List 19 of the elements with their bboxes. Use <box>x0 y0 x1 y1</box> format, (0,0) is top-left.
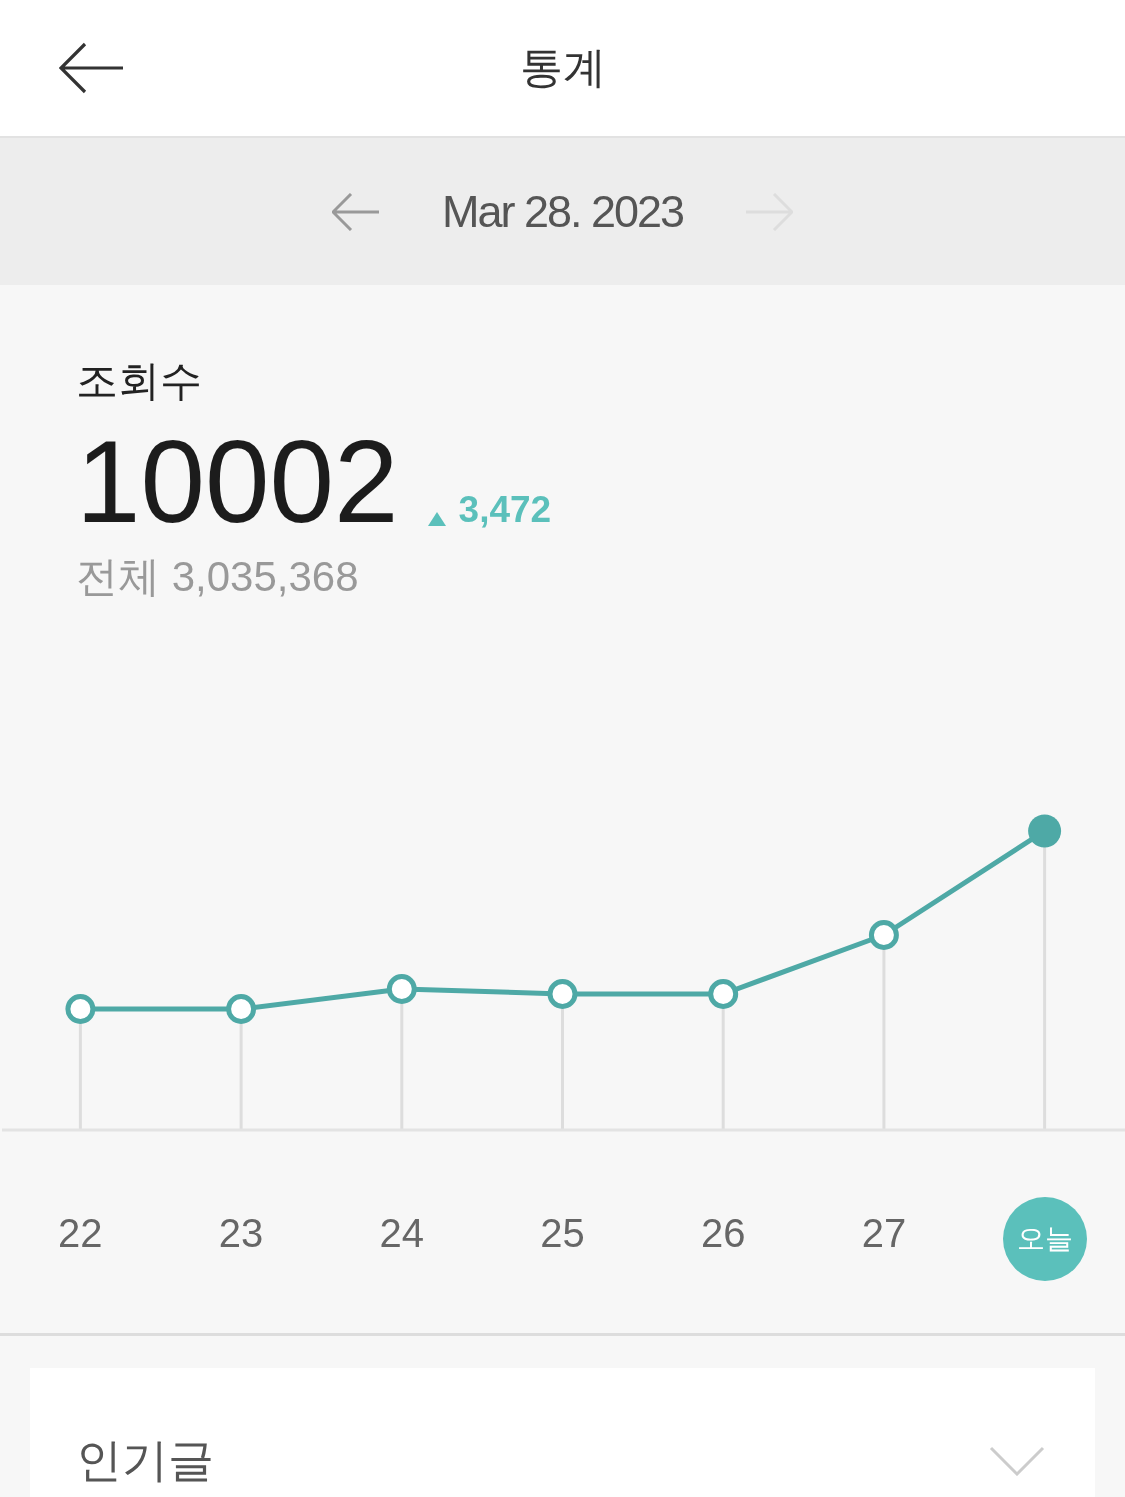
day-label[interactable]: 24 <box>379 1211 425 1256</box>
expand-button[interactable] <box>989 1446 1045 1476</box>
popular-posts-title: 인기글 <box>76 1433 214 1488</box>
back-arrow-icon <box>59 42 125 94</box>
back-button[interactable] <box>59 42 125 94</box>
views-label: 조회수 <box>76 356 202 406</box>
previous-day-button[interactable] <box>331 192 380 231</box>
page-title: 통계 <box>519 42 606 93</box>
total-views: 전체 3,035,368 <box>76 552 359 602</box>
date-label: Mar 28. 2023 <box>441 185 684 238</box>
day-label[interactable]: 23 <box>218 1211 264 1256</box>
views-change: 3,472 <box>458 489 552 531</box>
chevron-icon <box>989 1446 1045 1476</box>
left-arrow-icon <box>331 192 380 231</box>
day-label[interactable]: 26 <box>700 1211 746 1256</box>
day-label[interactable]: 27 <box>861 1211 907 1256</box>
day-label[interactable]: 25 <box>540 1211 585 1256</box>
views-count: 10002 <box>76 422 399 542</box>
day-label[interactable]: 22 <box>58 1211 103 1256</box>
